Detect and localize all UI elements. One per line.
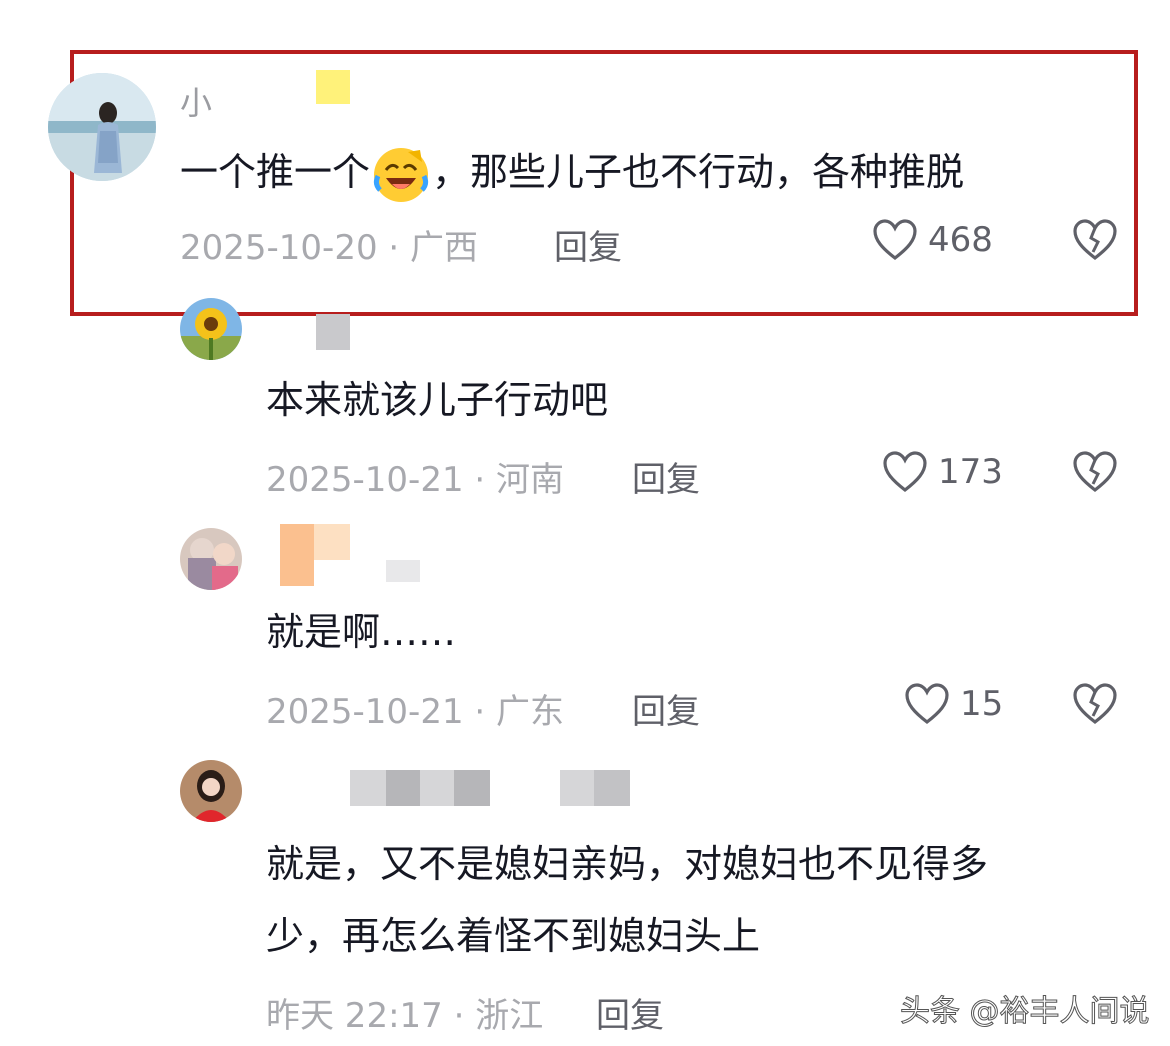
redacted-name-block [594,770,630,806]
watermark: 头条 @裕丰人间说 [900,994,1151,1030]
comment-date-location: 2025-10-21 · 广东 [266,692,565,732]
dislike-button[interactable] [1072,682,1118,726]
like-count: 15 [960,684,1004,724]
heart-icon [873,219,917,261]
redacted-name-block [316,70,350,104]
avatar[interactable] [180,528,242,590]
comment-text-line-1: 就是，又不是媳妇亲妈，对媳妇也不见得多 [266,842,989,886]
like-count: 468 [928,220,993,260]
redacted-name-block [386,560,420,582]
comment-date-location: 昨天 22:17 · 浙江 [266,996,544,1036]
avatar[interactable] [48,73,156,181]
redacted-name-block [280,524,314,586]
reply-button[interactable]: 回复 [632,452,700,501]
face-with-tears-of-joy-icon [372,146,430,204]
avatar[interactable] [180,760,242,822]
dislike-button[interactable] [1072,218,1118,262]
author-name[interactable]: 小 [180,78,212,124]
heart-icon [883,451,927,493]
avatar[interactable] [180,298,242,360]
like-button[interactable]: 173 [882,450,1003,494]
reply-button[interactable]: 回复 [632,684,700,733]
comment-text: 就是啊…… [266,610,457,654]
like-button[interactable]: 468 [872,218,993,262]
redacted-name-block [560,770,594,806]
comment-text: 本来就该儿子行动吧 [266,378,609,422]
redacted-name-block [314,524,350,560]
reply-button[interactable]: 回复 [554,220,622,269]
comment-text-line-2: 少，再怎么着怪不到媳妇头上 [266,914,761,958]
heart-icon [905,683,949,725]
redacted-name-block [316,314,350,350]
reply-button[interactable]: 回复 [596,988,664,1037]
dislike-button[interactable] [1072,450,1118,494]
like-button[interactable]: 15 [904,682,1003,726]
broken-heart-icon [1073,683,1117,725]
broken-heart-icon [1073,451,1117,493]
comment-date-location: 2025-10-20 · 广西 [180,228,479,268]
redacted-name-block [350,770,386,806]
broken-heart-icon [1073,219,1117,261]
like-count: 173 [938,452,1003,492]
redacted-name-block [386,770,420,806]
comment-date-location: 2025-10-21 · 河南 [266,460,565,500]
redacted-name-block [420,770,454,806]
comment-text: 一个推一个 ，那些儿子也不行动，各种推脱 [180,136,964,208]
redacted-name-block [454,770,490,806]
